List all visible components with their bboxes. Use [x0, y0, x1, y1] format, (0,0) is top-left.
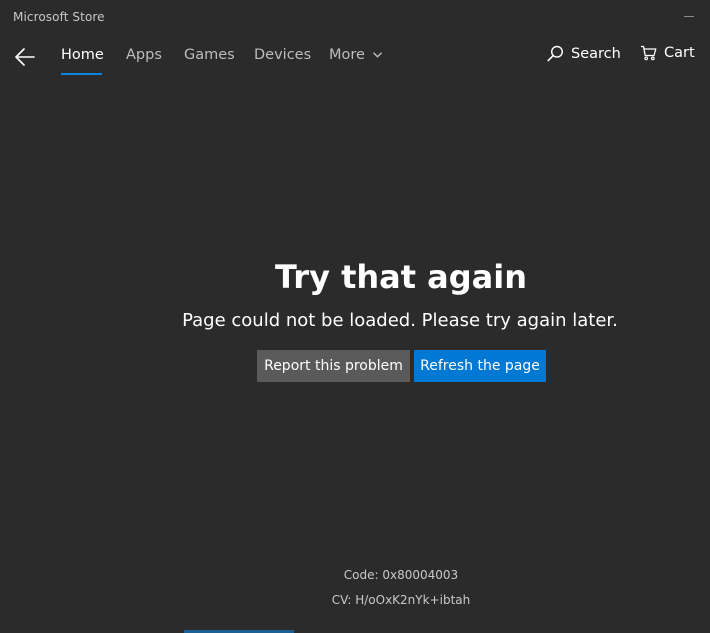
error-message: Page could not be loaded. Please try aga… [182, 310, 618, 331]
refresh-page-button[interactable]: Refresh the page [414, 350, 546, 382]
report-problem-button[interactable]: Report this problem [257, 350, 410, 382]
back-arrow-icon [15, 48, 35, 66]
search-button[interactable]: Search [547, 45, 621, 62]
cart-icon [641, 45, 657, 61]
chevron-down-icon [372, 52, 382, 58]
minimize-button[interactable] [664, 0, 710, 32]
nav-games[interactable]: Games [184, 47, 235, 63]
error-title: Try that again [274, 258, 528, 296]
back-button[interactable] [10, 42, 40, 72]
nav-apps[interactable]: Apps [126, 47, 162, 63]
cart-label: Cart [664, 45, 695, 61]
search-label: Search [571, 45, 621, 62]
title-bar: Microsoft Store [0, 0, 710, 34]
cart-button[interactable]: Cart [640, 45, 695, 61]
nav-more[interactable]: More [329, 47, 382, 63]
nav-devices[interactable]: Devices [254, 47, 311, 63]
search-icon [547, 45, 564, 62]
correlation-vector: CV: H/oOxK2nYk+ibtah [331, 593, 471, 607]
top-navigation: Home Apps Games Devices More Search Cart [0, 36, 710, 80]
minimize-icon [684, 16, 694, 17]
store-window: Microsoft Store Home Apps Games Devices … [0, 0, 710, 633]
app-title: Microsoft Store [13, 10, 105, 24]
active-tab-indicator [61, 73, 102, 75]
error-code: Code: 0x80004003 [343, 568, 459, 582]
nav-more-label: More [329, 47, 365, 63]
nav-home[interactable]: Home [61, 47, 104, 63]
